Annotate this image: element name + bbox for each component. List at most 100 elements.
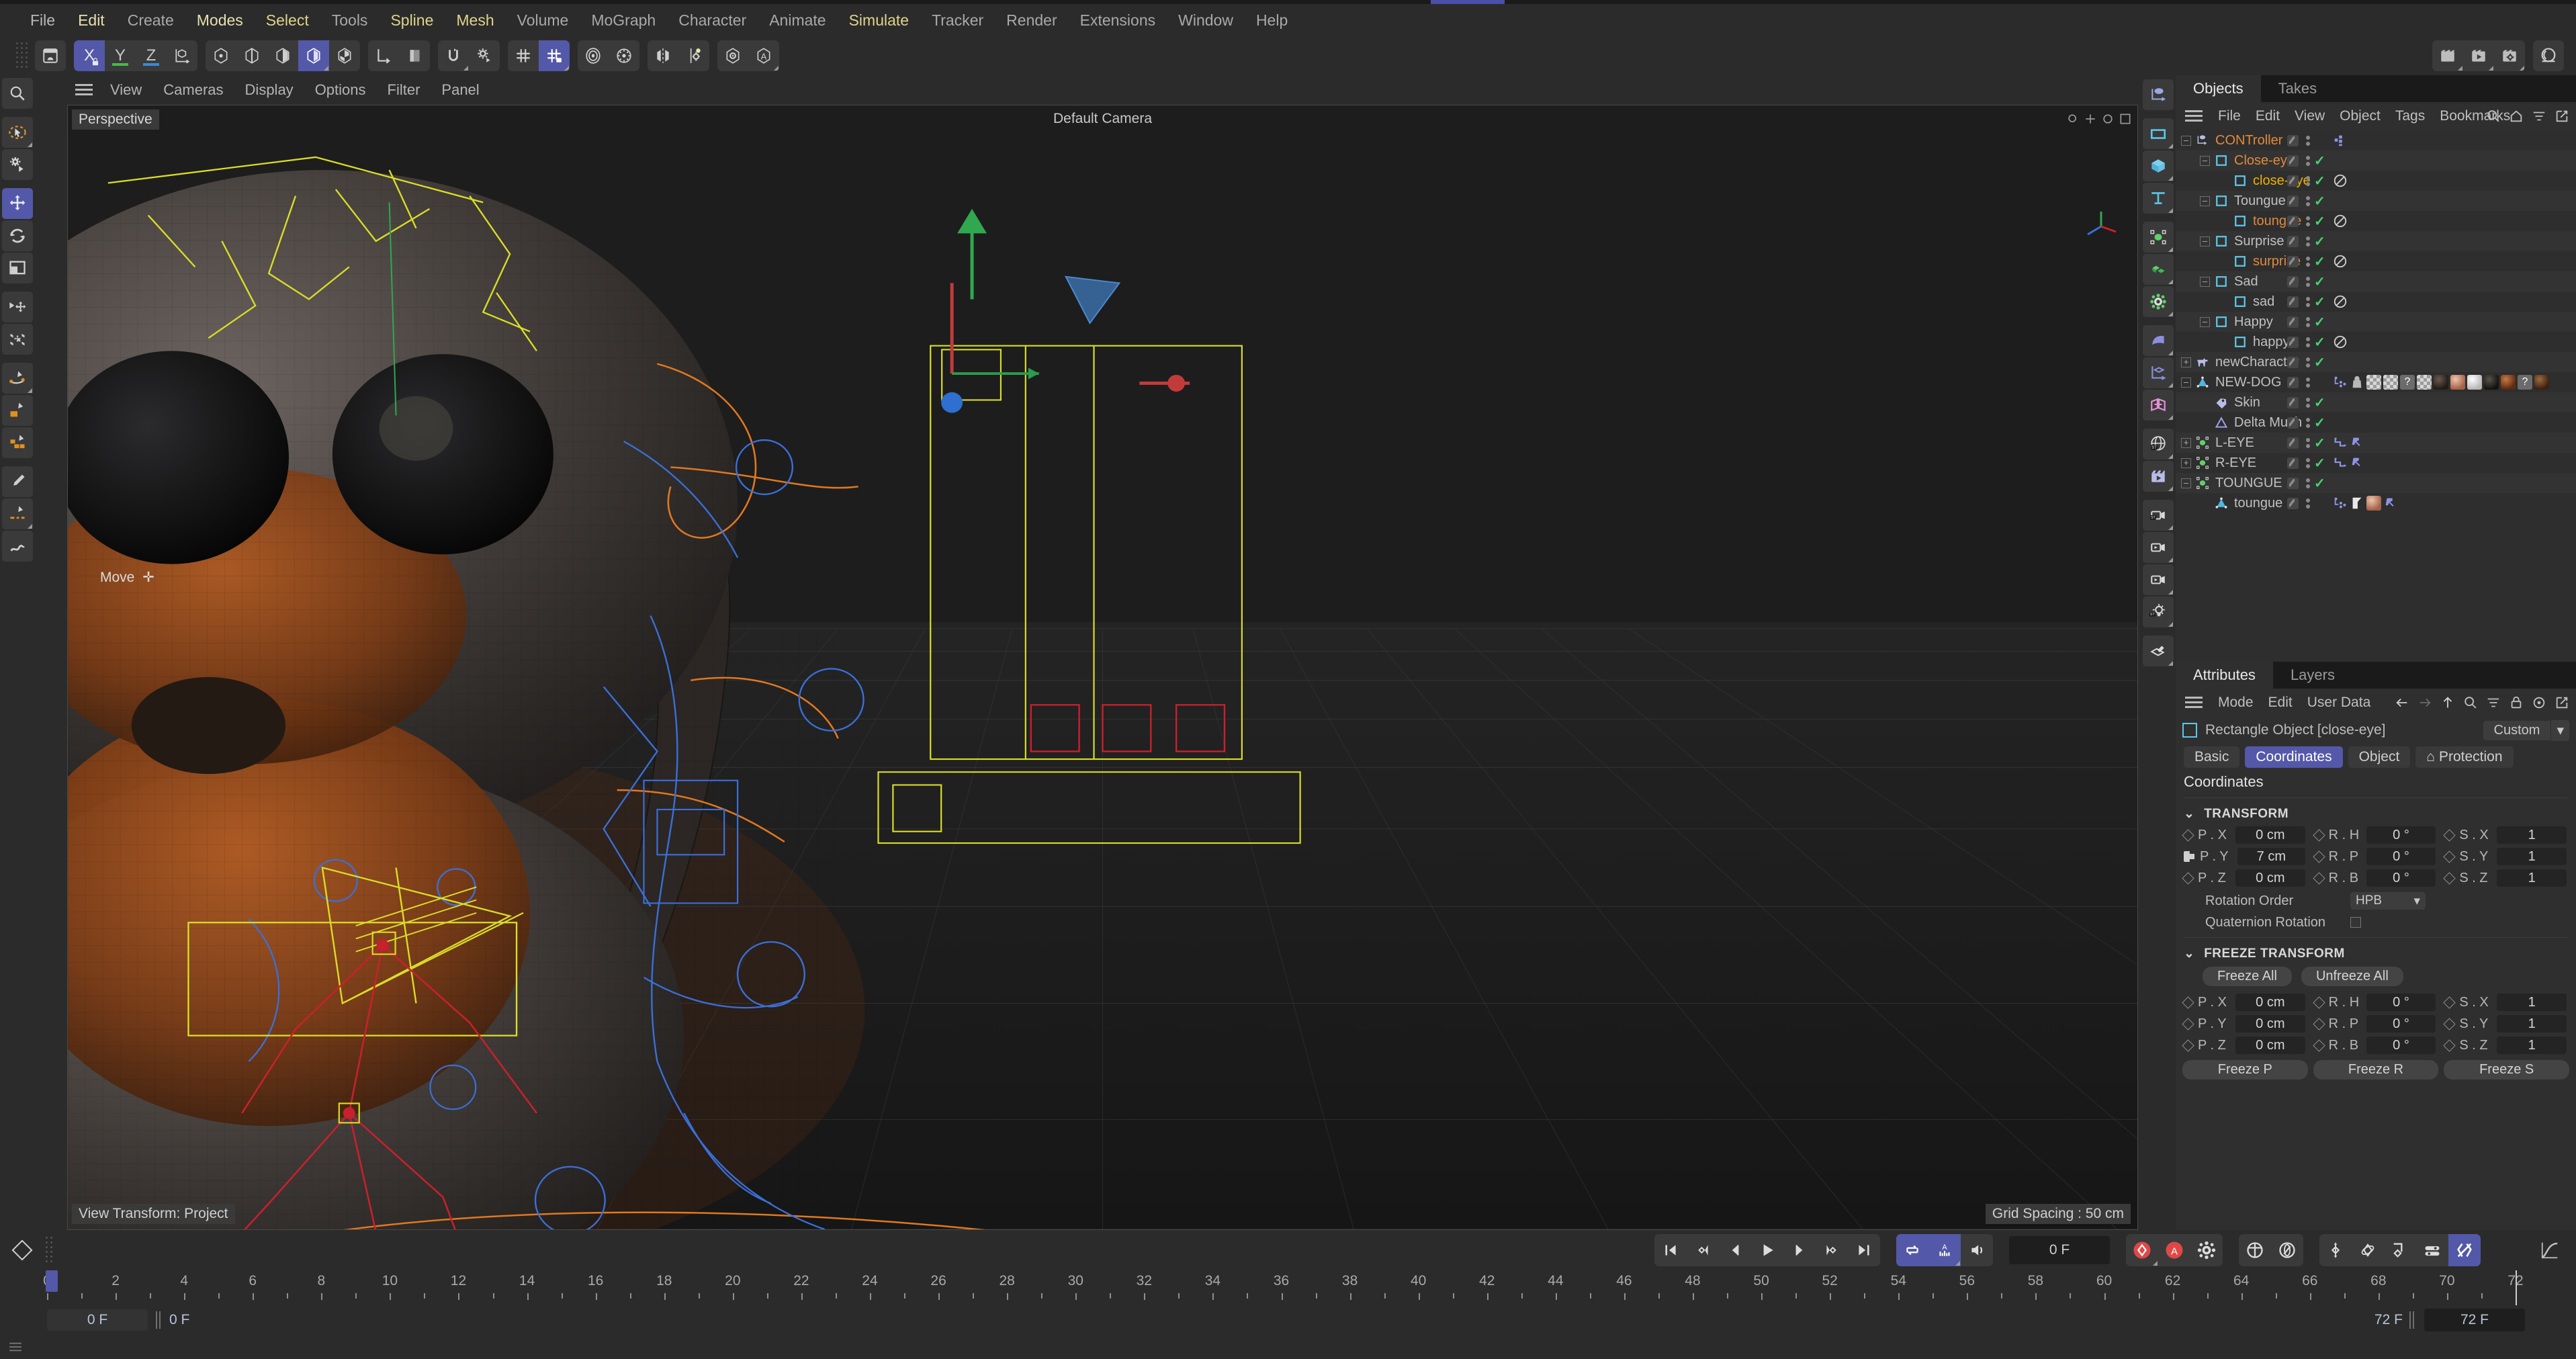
null-object-icon[interactable]	[2143, 79, 2174, 110]
field-value[interactable]: 1	[2497, 994, 2567, 1011]
spline-boole-icon[interactable]	[2, 427, 33, 458]
keyframe-diamond-button[interactable]	[0, 1239, 44, 1261]
tag-mograph-small[interactable]	[2333, 133, 2348, 148]
object-enabled-check-icon[interactable]: ✓	[2314, 414, 2325, 431]
tree-expander-minus-icon[interactable]: –	[2200, 276, 2210, 287]
viewport-hamburger-icon[interactable]	[75, 84, 93, 96]
object-edit-toggle[interactable]	[2287, 437, 2299, 449]
brush-tool-icon[interactable]	[2, 466, 33, 497]
object-edit-toggle[interactable]	[2287, 175, 2299, 187]
menu-tools[interactable]: Tools	[320, 2, 380, 38]
tag-bag[interactable]	[2350, 375, 2364, 390]
objects-menu-object[interactable]: Object	[2332, 108, 2388, 124]
field-value[interactable]: 1	[2497, 1037, 2567, 1054]
tag-no-entry[interactable]	[2333, 335, 2348, 349]
sculpt-brush-icon[interactable]	[2143, 635, 2174, 666]
visibility-dots[interactable]	[2306, 478, 2310, 488]
visibility-dots[interactable]	[2306, 195, 2310, 206]
keyframe-diamond-icon[interactable]	[2312, 850, 2325, 863]
tree-expander-minus-icon[interactable]: –	[2181, 377, 2191, 388]
object-edit-toggle[interactable]	[2287, 497, 2299, 509]
render-view-icon[interactable]	[578, 40, 609, 71]
search-icon[interactable]	[2486, 109, 2501, 124]
tag-no-entry[interactable]	[2333, 214, 2348, 228]
timeline-curve-icon[interactable]	[2540, 1240, 2560, 1260]
timeline-ruler[interactable]: 0246810121416182022242628303234363840424…	[43, 1270, 2524, 1305]
autokey-button[interactable]: A	[2158, 1234, 2190, 1266]
viewport-menu-options[interactable]: Options	[304, 81, 377, 99]
attributes-menu-mode[interactable]: Mode	[2211, 695, 2261, 711]
object-enabled-check-icon[interactable]: ✓	[2314, 334, 2325, 351]
viewport-menu-panel[interactable]: Panel	[431, 81, 490, 99]
visibility-dots[interactable]	[2306, 296, 2310, 307]
play-button[interactable]	[1751, 1234, 1783, 1266]
filter-icon[interactable]	[2532, 109, 2546, 124]
field-value[interactable]: 1	[2497, 848, 2567, 865]
forward-arrow-icon[interactable]	[2417, 695, 2432, 710]
object-row[interactable]: + L-EYE ✓	[2176, 433, 2576, 453]
objects-menu-edit[interactable]: Edit	[2248, 108, 2287, 124]
tab-coordinates[interactable]: Coordinates	[2245, 746, 2343, 768]
keyframe-diamond-icon[interactable]	[2443, 871, 2456, 885]
object-name[interactable]: NEW-DOG	[2215, 375, 2282, 390]
lock-y-axis-button[interactable]: Y	[105, 40, 136, 71]
object-row[interactable]: toungue ✓	[2176, 211, 2576, 231]
object-edit-toggle[interactable]	[2287, 134, 2299, 146]
render-current-view-icon[interactable]	[2432, 40, 2463, 71]
live-selection-icon[interactable]	[2, 117, 33, 148]
tab-layers[interactable]: Layers	[2273, 662, 2352, 689]
open-external-icon[interactable]	[2555, 695, 2569, 710]
keyframe-diamond-icon[interactable]	[2443, 850, 2456, 863]
object-name[interactable]: Sad	[2234, 274, 2258, 290]
tag-pin[interactable]	[2350, 435, 2364, 450]
sculpt-tool-icon[interactable]	[2, 531, 33, 562]
tag-mat-white[interactable]	[2467, 375, 2482, 390]
menu-file[interactable]: File	[19, 2, 66, 38]
object-enabled-check-icon[interactable]: ✓	[2314, 152, 2325, 169]
visibility-dots[interactable]	[2306, 236, 2310, 247]
tag-mat-skin[interactable]	[2450, 375, 2465, 390]
enable-axis-icon[interactable]	[368, 40, 399, 71]
target-icon[interactable]	[2532, 695, 2546, 710]
object-edit-toggle[interactable]	[2287, 396, 2299, 408]
object-row[interactable]: toungue	[2176, 493, 2576, 513]
tag-no-entry[interactable]	[2333, 173, 2348, 188]
preset-dropdown[interactable]: Custom ▾	[2483, 719, 2569, 741]
tag-mat-brown2[interactable]	[2534, 375, 2549, 390]
tag-checker[interactable]	[2366, 375, 2381, 390]
object-name[interactable]: toungue	[2234, 496, 2282, 511]
go-to-end-button[interactable]	[1848, 1234, 1880, 1266]
keyframe-diamond-icon[interactable]	[2443, 1039, 2456, 1052]
object-edit-toggle[interactable]	[2287, 336, 2299, 348]
object-name[interactable]: L-EYE	[2215, 435, 2254, 451]
keyframe-diamond-icon[interactable]	[2443, 996, 2456, 1009]
tree-expander-plus-icon[interactable]: +	[2181, 457, 2191, 468]
tag-mat-black[interactable]	[2484, 375, 2499, 390]
visibility-dots[interactable]	[2306, 216, 2310, 226]
search-icon[interactable]	[2463, 695, 2478, 710]
object-enabled-check-icon[interactable]: ✓	[2314, 354, 2325, 371]
field-value[interactable]: 1	[2497, 1015, 2567, 1033]
tree-expander-minus-icon[interactable]: –	[2181, 135, 2191, 146]
start-frame-field[interactable]: 0 F	[47, 1309, 148, 1331]
previous-frame-button[interactable]	[1719, 1234, 1751, 1266]
tag-mograph[interactable]	[2333, 496, 2348, 511]
home-icon[interactable]	[2509, 109, 2524, 124]
tag-mat-brown[interactable]	[2501, 375, 2516, 390]
object-edit-toggle[interactable]	[2287, 195, 2299, 207]
camera-target-icon[interactable]	[2143, 564, 2174, 595]
objects-hamburger-icon[interactable]	[2185, 110, 2203, 122]
object-row[interactable]: – CONTroller	[2176, 130, 2576, 150]
keyframe-diamond-icon[interactable]	[2312, 996, 2325, 1009]
object-name[interactable]: Happy	[2234, 314, 2273, 330]
render-settings-icon[interactable]	[609, 40, 639, 71]
lock-icon[interactable]	[2509, 695, 2524, 710]
object-row[interactable]: – Toungue ✓	[2176, 191, 2576, 211]
record-rotation-button[interactable]	[2271, 1234, 2303, 1266]
object-row[interactable]: – Surprise ✓	[2176, 231, 2576, 251]
preview-range-bar[interactable]	[152, 1311, 2420, 1329]
object-name[interactable]: close-eye	[2253, 173, 2311, 189]
object-row[interactable]: happy ✓	[2176, 332, 2576, 352]
object-edit-toggle[interactable]	[2287, 457, 2299, 469]
object-row[interactable]: + newCharacter ✓	[2176, 352, 2576, 372]
